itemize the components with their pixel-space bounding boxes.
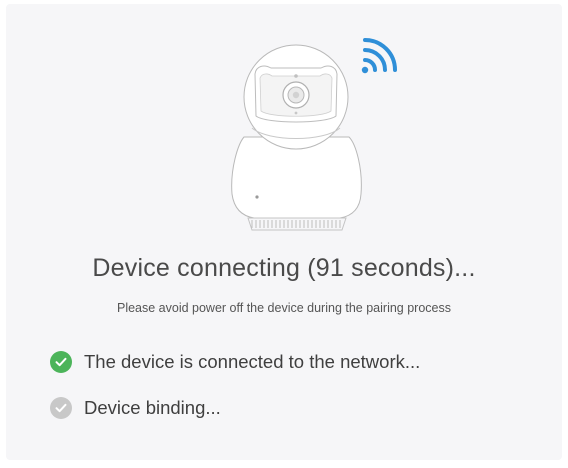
step-label: Device binding...	[84, 397, 221, 418]
check-circle-icon	[50, 351, 72, 373]
step-label: The device is connected to the network..…	[84, 351, 421, 372]
connection-status-title: Device connecting (91 seconds)...	[92, 254, 476, 282]
step-device-binding: Device binding...	[50, 395, 221, 421]
check-circle-icon	[50, 397, 72, 419]
camera-illustration	[231, 38, 397, 231]
pairing-warning-text: Please avoid power off the device during…	[116, 301, 451, 315]
wifi-signal-icon	[361, 38, 397, 74]
pairing-screen: Device connecting (91 seconds)... Please…	[6, 4, 562, 460]
step-network-connected: The device is connected to the network..…	[50, 349, 420, 375]
security-camera-icon	[231, 44, 362, 231]
